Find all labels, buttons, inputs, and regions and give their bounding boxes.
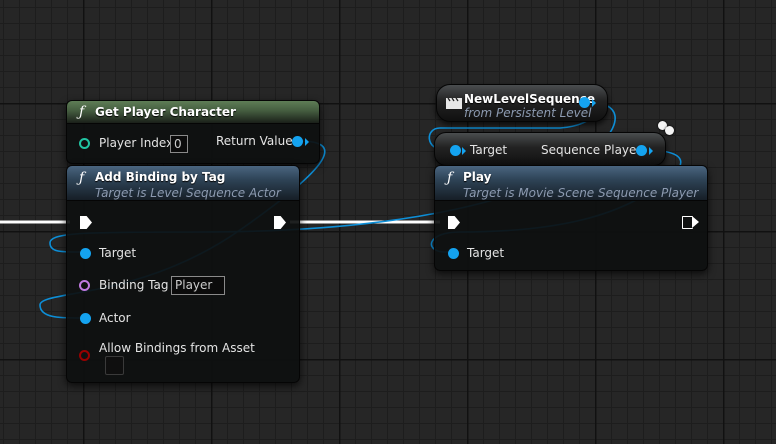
return-value-arrow — [305, 138, 309, 146]
node-title: NewLevelSequence — [464, 92, 595, 106]
function-icon: ƒ — [447, 170, 453, 186]
play-node[interactable]: ƒ Play Target is Movie Scene Sequence Pl… — [434, 165, 708, 271]
target-label: Target — [467, 246, 505, 260]
target-label: Target — [99, 246, 137, 260]
binding-tag-label: Binding Tag — [99, 278, 169, 292]
sequence-player-output-pin[interactable] — [636, 145, 647, 156]
node-subtitle: Target is Level Sequence Actor — [95, 186, 281, 200]
target-pin[interactable] — [80, 248, 91, 259]
allow-bindings-pin[interactable] — [79, 350, 90, 361]
add-binding-by-tag-node[interactable]: ƒ Add Binding by Tag Target is Level Seq… — [66, 165, 300, 383]
function-icon: ƒ — [79, 170, 85, 186]
sequence-player-label: Sequence Player — [541, 143, 642, 157]
clapperboard-icon — [446, 94, 462, 109]
sequence-output-pin[interactable] — [579, 97, 590, 108]
sequence-player-node[interactable]: Target Sequence Player — [434, 132, 666, 166]
return-value-label: Return Value — [216, 134, 293, 148]
node-title: Get Player Character — [95, 105, 236, 119]
allow-bindings-checkbox[interactable] — [105, 356, 124, 375]
actor-pin[interactable] — [80, 313, 91, 324]
player-index-pin[interactable] — [79, 138, 90, 149]
player-index-label: Player Index — [99, 136, 174, 150]
exec-out-pin[interactable] — [274, 216, 286, 229]
player-index-input[interactable]: 0 — [170, 135, 188, 153]
exec-in-pin[interactable] — [80, 216, 92, 229]
binding-tag-pin[interactable] — [79, 280, 90, 291]
function-icon: ƒ — [79, 104, 85, 120]
cloud-icon — [665, 126, 674, 135]
return-value-pin[interactable] — [292, 136, 303, 147]
target-label: Target — [470, 143, 508, 157]
sequence-player-output-arrow — [649, 147, 653, 155]
target-pin[interactable] — [450, 145, 461, 156]
node-subtitle: from Persistent Level — [464, 106, 592, 120]
node-subtitle: Target is Movie Scene Sequence Player — [463, 186, 699, 200]
new-level-sequence-node[interactable]: NewLevelSequence from Persistent Level — [436, 84, 608, 122]
node-title: Add Binding by Tag — [95, 170, 226, 184]
actor-label: Actor — [99, 311, 131, 325]
sequence-output-arrow — [592, 99, 596, 107]
get-player-character-node[interactable]: ƒ Get Player Character Player Index 0 Re… — [66, 100, 320, 164]
target-pin-arrow — [462, 147, 466, 155]
node-title: Play — [463, 170, 492, 184]
binding-tag-input[interactable]: Player — [171, 276, 225, 295]
target-pin[interactable] — [448, 248, 459, 259]
exec-out-arrow — [692, 216, 699, 228]
allow-bindings-label: Allow Bindings from Asset — [99, 341, 255, 355]
exec-in-pin[interactable] — [448, 216, 460, 229]
